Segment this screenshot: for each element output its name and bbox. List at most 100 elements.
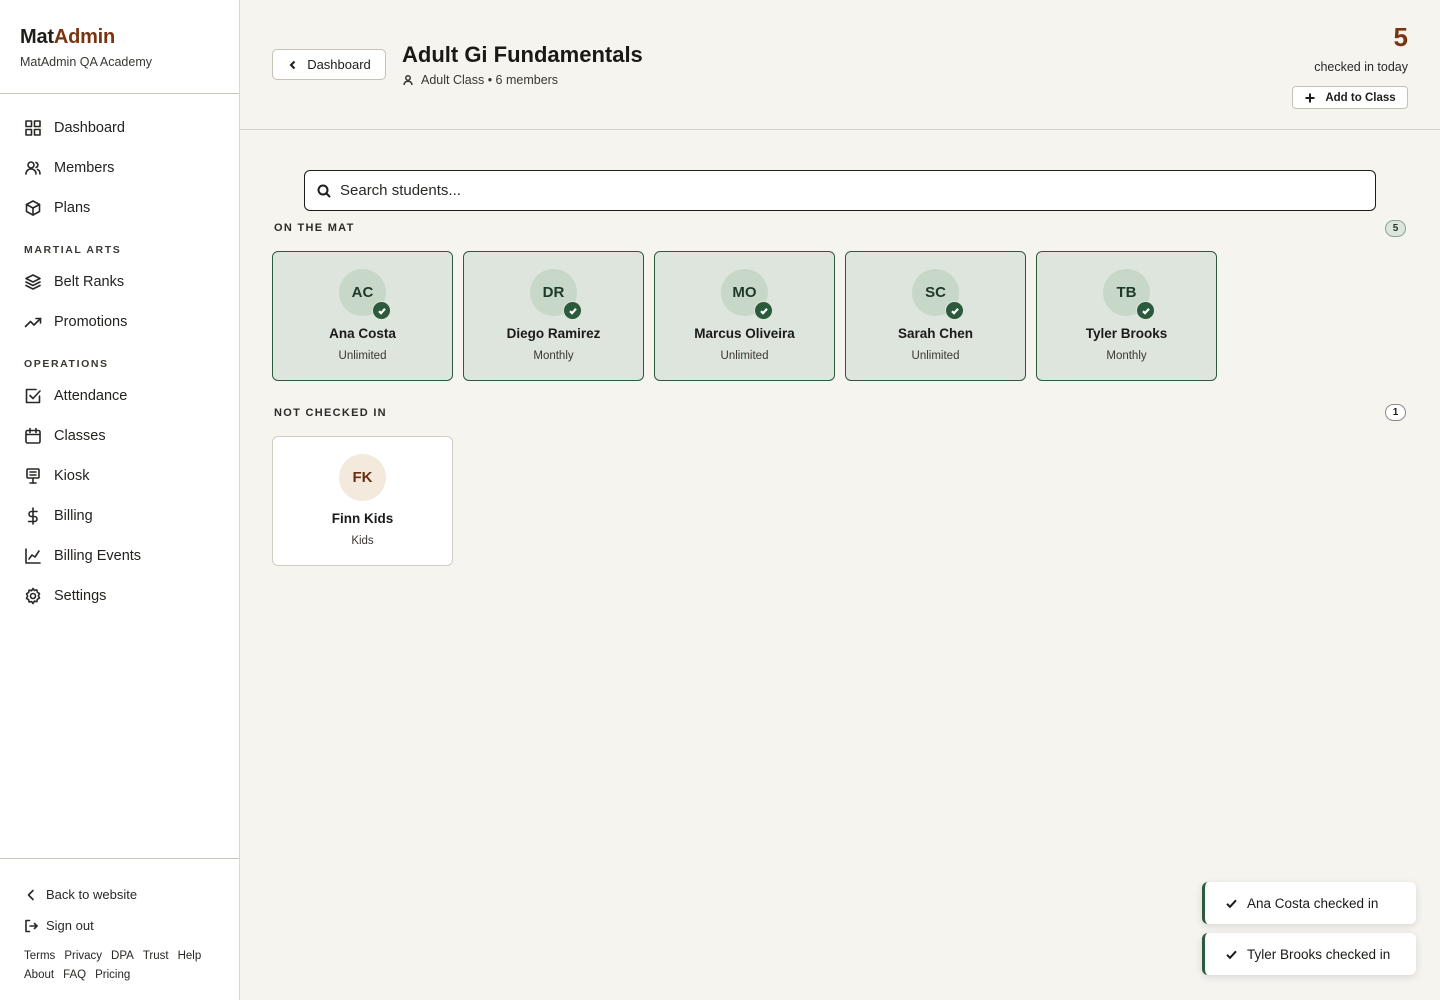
page-title: Adult Gi Fundamentals (402, 42, 643, 67)
not-checked-in-heading: NOT CHECKED IN (274, 407, 387, 419)
footer-link-dpa[interactable]: DPA (111, 947, 134, 966)
student-plan: Unlimited (720, 350, 769, 362)
sidebar-item-belt-ranks[interactable]: Belt Ranks (0, 262, 239, 302)
sidebar-footer: Back to website Sign out Terms Privacy D… (0, 858, 239, 1000)
back-to-dashboard-button[interactable]: Dashboard (272, 49, 386, 80)
sidebar-item-label: Classes (54, 428, 106, 444)
student-plan: Monthly (533, 350, 574, 362)
student-name: Marcus Oliveira (694, 326, 795, 341)
avatar: FK (339, 454, 386, 501)
on-the-mat-heading: ON THE MAT (274, 222, 355, 234)
check-icon (563, 301, 582, 320)
toast-notification: Ana Costa checked in (1202, 882, 1416, 924)
student-card[interactable]: DR Diego Ramirez Monthly (463, 251, 644, 381)
sidebar-item-label: Billing (54, 508, 93, 524)
sidebar-item-kiosk[interactable]: Kiosk (0, 456, 239, 496)
check-square-icon (24, 387, 42, 405)
checked-in-count: 5 (1393, 22, 1408, 52)
sidebar-item-plans[interactable]: Plans (0, 188, 239, 228)
student-name: Ana Costa (329, 326, 396, 341)
student-card[interactable]: FK Finn Kids Kids (272, 436, 453, 566)
check-icon (754, 301, 773, 320)
search-input[interactable] (340, 182, 1340, 199)
box-icon (24, 199, 42, 217)
sidebar-item-billing-events[interactable]: Billing Events (0, 536, 239, 576)
sidebar-item-label: Billing Events (54, 548, 142, 564)
not-checked-in-count-badge: 1 (1385, 404, 1406, 421)
student-plan: Monthly (1106, 350, 1147, 362)
check-icon (1136, 301, 1155, 320)
student-name: Sarah Chen (897, 326, 974, 341)
not-checked-in-cards: FK Finn Kids Kids (272, 436, 463, 566)
check-icon (1226, 899, 1237, 908)
student-name: Tyler Brooks (1085, 326, 1168, 341)
footer-link-pricing[interactable]: Pricing (95, 966, 130, 985)
trending-up-icon (24, 313, 42, 331)
sidebar: MatAdmin MatAdmin QA Academy Dashboard M… (0, 0, 240, 1000)
footer-link-terms[interactable]: Terms (24, 947, 55, 966)
footer-link-faq[interactable]: FAQ (63, 966, 86, 985)
section-operations: OPERATIONS (24, 358, 109, 370)
sidebar-item-promotions[interactable]: Promotions (0, 302, 239, 342)
sidebar-item-members[interactable]: Members (0, 148, 239, 188)
user-icon (403, 75, 413, 86)
student-plan: Kids (351, 535, 374, 547)
logout-icon (25, 919, 38, 932)
sidebar-item-label: Settings (54, 588, 107, 604)
back-to-website-link[interactable]: Back to website (24, 879, 215, 910)
student-card[interactable]: TB Tyler Brooks Monthly (1036, 251, 1217, 381)
sidebar-item-label: Belt Ranks (54, 274, 125, 290)
search-icon (317, 184, 331, 198)
section-martial-arts: MARTIAL ARTS (24, 244, 122, 256)
page-header: Dashboard Adult Gi Fundamentals Adult Cl… (240, 0, 1440, 130)
check-icon (372, 301, 391, 320)
plus-icon (1305, 93, 1315, 102)
search-bar (304, 170, 1376, 211)
class-subtitle: Adult Class • 6 members (402, 73, 558, 87)
sidebar-item-label: Dashboard (54, 120, 125, 136)
sidebar-item-settings[interactable]: Settings (0, 576, 239, 616)
dollar-icon (24, 507, 42, 525)
sidebar-item-billing[interactable]: Billing (0, 496, 239, 536)
chart-icon (24, 547, 42, 565)
student-plan: Unlimited (911, 350, 960, 362)
kiosk-icon (24, 467, 42, 485)
sign-out-button[interactable]: Sign out (24, 910, 215, 941)
grid-icon (24, 119, 42, 137)
chevron-left-icon (289, 60, 296, 69)
footer-link-privacy[interactable]: Privacy (64, 947, 102, 966)
brand: MatAdmin MatAdmin QA Academy (0, 0, 239, 94)
check-icon (1226, 950, 1237, 959)
sidebar-item-label: Promotions (54, 314, 128, 330)
footer-link-about[interactable]: About (24, 966, 54, 985)
sidebar-item-label: Plans (54, 200, 91, 216)
student-plan: Unlimited (338, 350, 387, 362)
on-the-mat-count-badge: 5 (1385, 220, 1406, 237)
sidebar-item-classes[interactable]: Classes (0, 416, 239, 456)
academy-name: MatAdmin QA Academy (20, 55, 153, 69)
student-card[interactable]: MO Marcus Oliveira Unlimited (654, 251, 835, 381)
chevron-left-icon (27, 889, 34, 900)
student-name: Diego Ramirez (506, 326, 601, 341)
sidebar-item-dashboard[interactable]: Dashboard (0, 108, 239, 148)
layers-icon (24, 273, 42, 291)
footer-links: Terms Privacy DPA Trust Help About FAQ P… (24, 947, 224, 985)
student-name: Finn Kids (331, 511, 394, 526)
sidebar-item-label: Members (54, 160, 115, 176)
student-card[interactable]: AC Ana Costa Unlimited (272, 251, 453, 381)
sidebar-item-attendance[interactable]: Attendance (0, 376, 239, 416)
footer-link-help[interactable]: Help (178, 947, 202, 966)
add-to-class-button[interactable]: Add to Class (1292, 86, 1408, 109)
sidebar-item-label: Kiosk (54, 468, 90, 484)
sidebar-nav: Dashboard Members Plans MARTIAL ARTS Bel… (0, 94, 239, 616)
student-card[interactable]: SC Sarah Chen Unlimited (845, 251, 1026, 381)
gear-icon (24, 587, 42, 605)
check-icon (945, 301, 964, 320)
toast-notification: Tyler Brooks checked in (1202, 933, 1416, 975)
on-the-mat-cards: AC Ana Costa Unlimited DR Diego Ramirez … (272, 251, 1227, 381)
brand-logo[interactable]: MatAdmin (20, 26, 219, 49)
sidebar-item-label: Attendance (54, 388, 128, 404)
footer-link-trust[interactable]: Trust (143, 947, 169, 966)
calendar-icon (24, 427, 42, 445)
checked-in-label: checked in today (1314, 60, 1408, 74)
